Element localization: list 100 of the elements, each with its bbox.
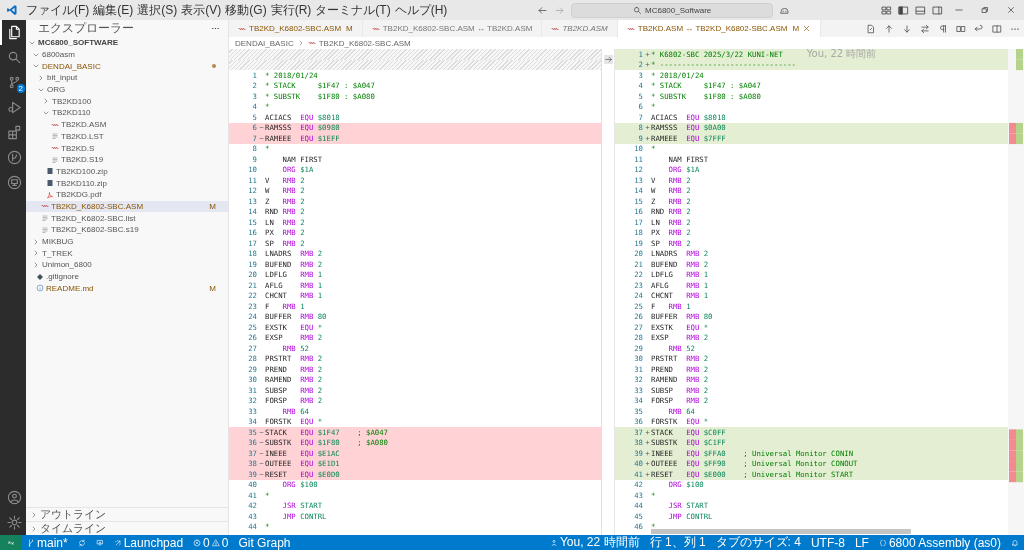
breadcrumb-item[interactable]: DENDAI_BASIC <box>235 38 294 48</box>
file-icon <box>51 155 59 164</box>
editor-tab[interactable]: TB2KD.ASM ↔ TB2KD_K6802-SBC.ASM M <box>617 20 822 37</box>
up-arrow-icon[interactable] <box>884 23 894 34</box>
down-arrow-icon[interactable] <box>902 23 912 34</box>
restore-icon[interactable] <box>980 5 990 15</box>
run-icon <box>6 100 22 115</box>
branch-icon <box>27 538 35 547</box>
tree-item[interactable]: TB2KDG.pdf <box>26 188 228 201</box>
diff-plus-icon <box>644 135 650 141</box>
toggle-panel-icon[interactable] <box>915 4 926 16</box>
arrow-right-icon[interactable] <box>603 55 613 64</box>
sidebar-title: エクスプローラー <box>38 20 134 37</box>
chevron-right-icon <box>37 73 45 82</box>
breadcrumb-item[interactable]: TB2KD_K6802-SBC.ASM <box>318 38 411 48</box>
tree-item[interactable]: Unimon_6800 <box>26 259 228 271</box>
swap-icon[interactable] <box>920 23 930 34</box>
tree-item[interactable]: T_TREK <box>26 247 228 260</box>
tree-item[interactable]: TB2KD_K6802-SBC.s19 <box>26 224 228 236</box>
tree-item[interactable]: README.md M <box>26 282 228 295</box>
git-icon <box>36 272 44 281</box>
braces-icon <box>878 538 887 547</box>
modified-dot <box>212 64 216 69</box>
status-item[interactable]: 行 1、列 1 <box>644 535 711 550</box>
status-item[interactable]: 6800 Assembly (as0) <box>873 535 1006 550</box>
pilcrow-icon[interactable] <box>938 23 948 34</box>
scrollbar-thumb[interactable] <box>651 529 911 534</box>
customize-layout-icon[interactable] <box>881 4 892 16</box>
compare-icon[interactable] <box>956 23 966 34</box>
editor-tab[interactable]: TB2KD_K6802-SBC.ASM ↔ TB2KD.ASM <box>362 20 543 37</box>
warning-icon <box>211 538 220 547</box>
error-icon <box>193 538 202 547</box>
launchpad-icon <box>113 538 122 547</box>
status-item[interactable]: Launchpad <box>108 535 189 550</box>
diff-plus-icon <box>644 471 650 477</box>
revert-icon[interactable] <box>974 23 984 34</box>
tree-item[interactable]: ORG <box>26 83 228 96</box>
status-item[interactable]: Git Graph <box>233 535 296 550</box>
search-icon <box>633 5 642 15</box>
modified-status-label: M <box>792 24 800 33</box>
diff-plus-icon <box>644 450 650 456</box>
extensions-icon <box>6 125 22 140</box>
close-icon[interactable] <box>1006 5 1016 15</box>
tree-item[interactable]: TB2KD.S <box>26 142 228 154</box>
modified-status-label: M <box>209 283 216 293</box>
toggle-secondary-sidebar-icon[interactable] <box>932 4 943 16</box>
tree-item[interactable]: TB2KD_K6802-SBC.ASM M <box>26 200 228 213</box>
tree-item[interactable]: TB2KD110 <box>26 107 228 119</box>
app-logo-icon <box>6 4 18 16</box>
menu-item[interactable]: 移動(G) <box>223 1 269 19</box>
tree-item[interactable]: TB2KD.LST <box>26 130 228 143</box>
settings-icon <box>6 515 22 530</box>
tree-item[interactable]: TB2KD100.zip <box>26 165 228 178</box>
tree-item[interactable]: 6800asm <box>26 48 228 61</box>
status-item[interactable]: LF <box>849 535 874 550</box>
editor-tab[interactable]: TB2KD.ASM <box>542 20 618 37</box>
file-icon <box>307 39 316 47</box>
explorer-icon <box>6 25 22 40</box>
open-file-icon[interactable] <box>866 23 876 34</box>
status-item[interactable]: main* <box>22 535 73 550</box>
close-icon[interactable] <box>802 24 812 33</box>
activity-bar-item[interactable]: 2 <box>0 70 26 95</box>
section-header[interactable]: MC6800_SOFTWARE <box>26 37 228 49</box>
diff-plus-icon <box>644 125 650 131</box>
remote-icon <box>6 175 22 190</box>
tree-item[interactable]: DENDAI_BASIC <box>26 60 228 73</box>
file-icon <box>41 214 49 223</box>
menu-item[interactable]: ヘルプ(H) <box>392 1 450 19</box>
panel-header[interactable]: アウトライン <box>26 507 228 521</box>
problems-status[interactable]: 0 0 <box>188 535 234 550</box>
menu-item[interactable]: 実行(R) <box>268 1 314 19</box>
diff-plus-icon <box>644 440 650 446</box>
sync-icon <box>77 538 86 547</box>
menu-item[interactable]: 表示(V) <box>179 1 224 19</box>
bell-icon <box>1011 538 1019 547</box>
toggle-sidebar-icon[interactable] <box>898 4 909 16</box>
info-icon <box>36 284 44 293</box>
menu-item[interactable]: ターミナル(T) <box>313 1 393 19</box>
chevron-right-icon <box>42 97 50 106</box>
tree-item[interactable]: TB2KD.S19 <box>26 153 228 166</box>
status-item[interactable]: You, 22 時間前 <box>544 535 645 550</box>
tree-item[interactable]: TB2KD110.zip <box>26 177 228 189</box>
editor-tab[interactable]: TB2KD_K6802-SBC.ASM M <box>229 20 363 37</box>
publish-icon <box>95 538 104 547</box>
status-item[interactable]: タブのサイズ: 4 <box>710 535 806 550</box>
tree-item[interactable]: MIKBUG <box>26 235 228 248</box>
tree-item[interactable]: TB2KD.ASM <box>26 118 228 131</box>
split-editor-icon[interactable] <box>992 23 1002 34</box>
account-icon <box>6 490 22 505</box>
tree-item[interactable]: TB2KD100 <box>26 95 228 108</box>
tree-item[interactable]: TB2KD_K6802-SBC.list <box>26 212 228 224</box>
menu-item[interactable]: 選択(S) <box>135 1 180 19</box>
menu-item[interactable]: 編集(E) <box>91 1 136 19</box>
status-item[interactable]: UTF-8 <box>805 535 850 550</box>
command-center-search[interactable]: MC6800_Software <box>571 2 774 18</box>
search-icon <box>6 50 22 65</box>
back-arrow-icon[interactable] <box>537 4 549 16</box>
menu-item[interactable]: ファイル(F) <box>24 1 92 19</box>
tree-item[interactable]: .gitignore <box>26 270 228 283</box>
tree-item[interactable]: bit_input <box>26 72 228 84</box>
